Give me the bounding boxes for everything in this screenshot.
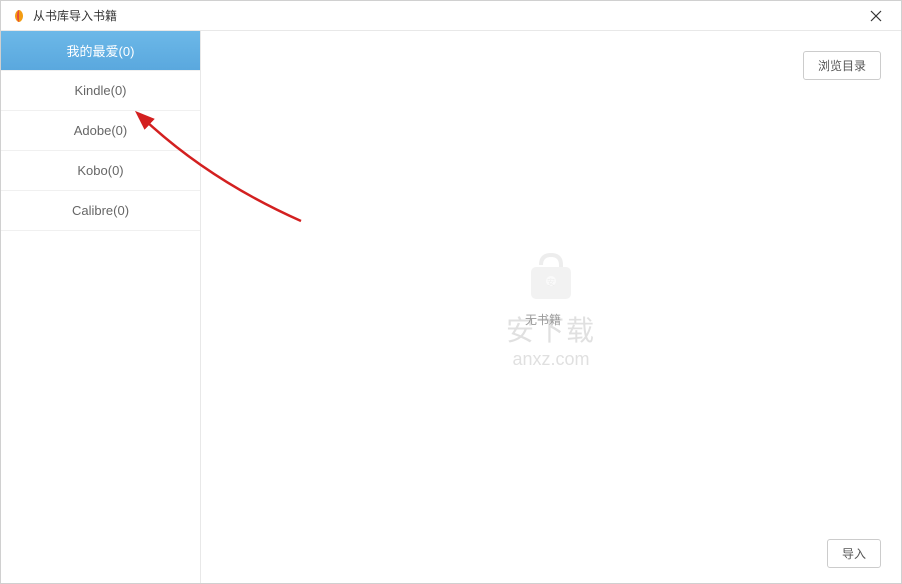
sidebar-item-label: Adobe(0) <box>74 123 127 138</box>
sidebar-item-label: Calibre(0) <box>72 203 129 218</box>
lock-icon: 安 <box>516 245 586 305</box>
window-root: 从书库导入书籍 我的最爱(0) Kindle(0) Adobe(0) Kobo(… <box>0 0 902 584</box>
app-icon <box>11 8 27 24</box>
sidebar-item-kindle[interactable]: Kindle(0) <box>1 71 200 111</box>
empty-state-text: 无书籍 <box>525 311 561 328</box>
import-button[interactable]: 导入 <box>827 539 881 568</box>
svg-text:安: 安 <box>547 277 555 287</box>
titlebar: 从书库导入书籍 <box>1 1 901 31</box>
sidebar-item-label: Kindle(0) <box>74 83 126 98</box>
watermark: 安 安下载 anxz.com <box>506 245 596 370</box>
sidebar-item-kobo[interactable]: Kobo(0) <box>1 151 200 191</box>
main-area: 浏览目录 安 安下载 anxz.com 无书籍 <box>201 31 901 583</box>
sidebar-item-label: 我的最爱(0) <box>67 41 135 60</box>
window-title: 从书库导入书籍 <box>33 7 861 24</box>
sidebar: 我的最爱(0) Kindle(0) Adobe(0) Kobo(0) Calib… <box>1 31 201 583</box>
bottom-actions: 导入 <box>827 539 881 568</box>
sidebar-item-calibre[interactable]: Calibre(0) <box>1 191 200 231</box>
watermark-sub: anxz.com <box>512 349 589 370</box>
close-button[interactable] <box>861 1 891 31</box>
body-area: 我的最爱(0) Kindle(0) Adobe(0) Kobo(0) Calib… <box>1 31 901 583</box>
sidebar-item-favorites[interactable]: 我的最爱(0) <box>1 31 200 71</box>
sidebar-item-label: Kobo(0) <box>77 163 123 178</box>
sidebar-item-adobe[interactable]: Adobe(0) <box>1 111 200 151</box>
content-area: 安 安下载 anxz.com 无书籍 <box>201 31 901 583</box>
